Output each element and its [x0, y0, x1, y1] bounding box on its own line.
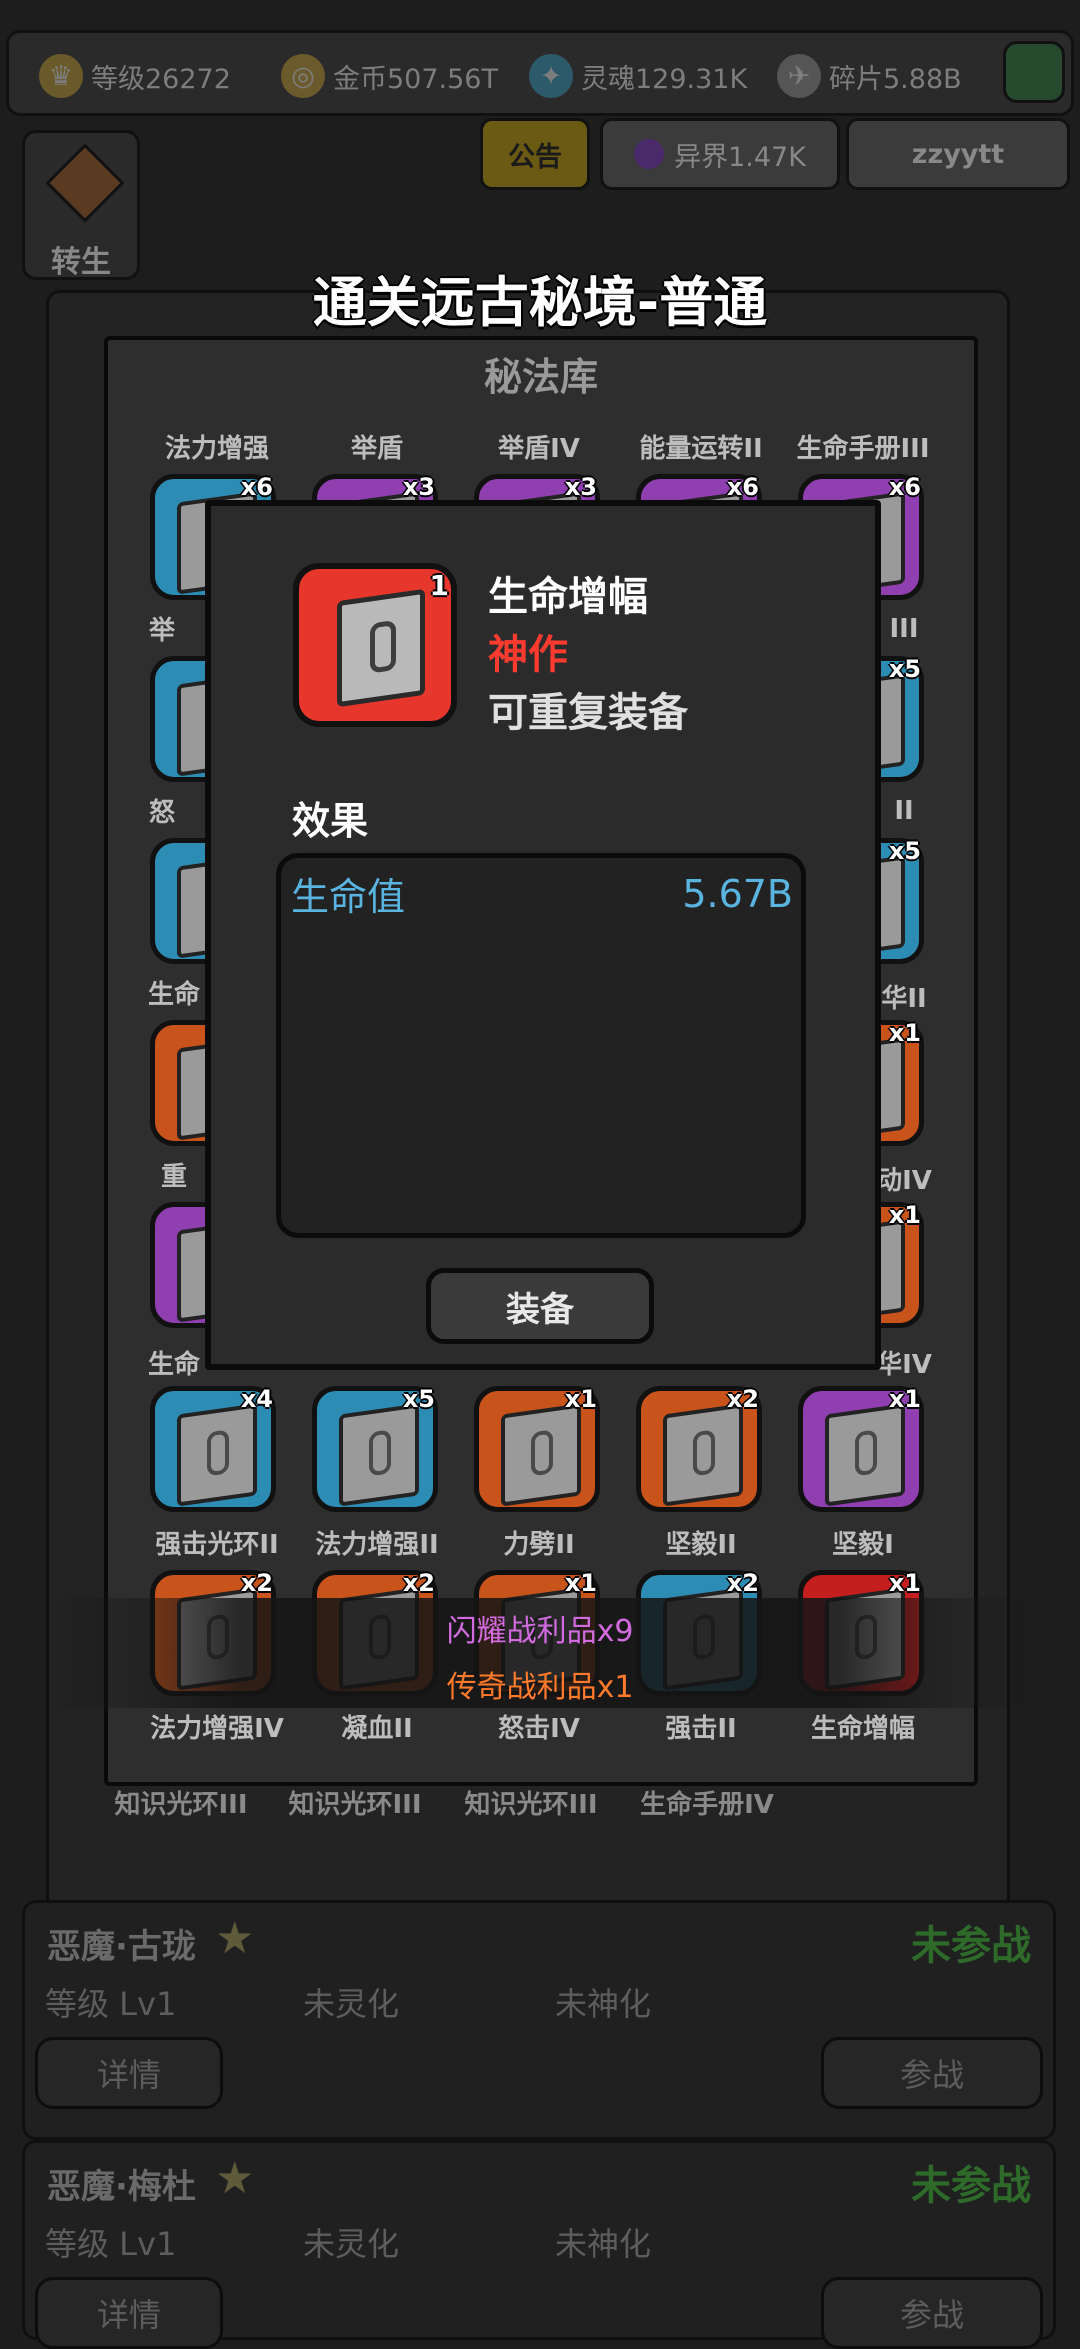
library-label: 凝血II — [341, 1714, 413, 1744]
library-label: 生命 — [147, 1350, 200, 1380]
item-repeat-note: 可重复装备 — [488, 690, 688, 736]
library-label: 法力增强IV — [150, 1714, 284, 1744]
item-icon: 1 — [293, 563, 457, 727]
hero-level: 等级 Lv1 — [45, 1985, 177, 2023]
skill-book-tile[interactable]: x1 — [474, 1385, 600, 1512]
user-chip[interactable]: zzyytt — [846, 118, 1070, 190]
loot-shiny: 闪耀战利品x9 — [446, 1614, 634, 1649]
library-label: 重 — [160, 1162, 187, 1192]
skill-book-tile[interactable]: x5 — [312, 1385, 438, 1512]
library-label: 生命增幅 — [810, 1714, 915, 1744]
library-label: 坚毅II — [665, 1530, 737, 1560]
library-label: 举 — [148, 616, 175, 646]
library-label: 法力增强 — [164, 434, 269, 464]
library-label: 生命 — [147, 980, 200, 1010]
book-icon — [339, 1403, 419, 1507]
library-label: 坚毅I — [832, 1530, 894, 1560]
vortex-icon — [634, 139, 665, 169]
star-icon: ★ — [215, 2153, 255, 2204]
top-stats-bar: ♛ 等级26272 ◎ 金币507.56T ✦ 灵魂129.31K ✈ 碎片5.… — [6, 30, 1074, 116]
library-label: 生命手册IV — [640, 1790, 774, 1820]
library-label: 怒 — [148, 798, 175, 828]
network-icon[interactable] — [1003, 41, 1065, 103]
book-icon — [501, 1403, 581, 1507]
star-icon: ★ — [215, 1913, 255, 1964]
skill-book-tile[interactable]: x2 — [636, 1385, 762, 1512]
book-icon — [825, 1403, 905, 1507]
skill-book-tile[interactable]: x1 — [798, 1385, 924, 1512]
gold-stat: ◎ 金币507.56T — [281, 33, 498, 119]
shard-icon: ✈ — [777, 54, 821, 98]
hero-detail-button[interactable]: 详情 — [35, 2277, 223, 2349]
skill-book-tile[interactable]: x4 — [150, 1385, 276, 1512]
otherworld-chip[interactable]: 异界1.47K — [600, 118, 840, 190]
hero-status: 未参战 — [911, 2163, 1031, 2209]
book-icon — [337, 588, 425, 708]
hero-spirit: 未灵化 — [303, 2225, 400, 2263]
stage-clear-title: 通关远古秘境-普通 — [312, 271, 768, 334]
effect-list: 生命值 5.67B — [276, 853, 806, 1238]
coin-icon: ◎ — [281, 54, 325, 98]
equip-button[interactable]: 装备 — [426, 1268, 654, 1344]
effect-stat-value: 5.67B — [682, 872, 793, 916]
library-label: 知识光环III — [464, 1790, 598, 1820]
effect-stat-name: 生命值 — [291, 875, 406, 919]
library-title: 秘法库 — [483, 355, 598, 399]
hero-fight-button[interactable]: 参战 — [821, 2277, 1043, 2349]
announce-button[interactable]: 公告 — [480, 118, 590, 190]
hero-divine: 未神化 — [555, 1985, 652, 2023]
shards-stat: ✈ 碎片5.88B — [777, 33, 962, 119]
library-label: 能量运转II — [639, 434, 763, 464]
library-label: 举盾IV — [498, 434, 580, 464]
hero-detail-button[interactable]: 详情 — [35, 2037, 223, 2109]
soul-icon: ✦ — [529, 54, 573, 98]
library-label: 法力增强II — [315, 1530, 439, 1560]
item-rarity: 神作 — [488, 632, 568, 678]
book-icon — [663, 1403, 743, 1507]
library-label: 知识光环III — [288, 1790, 422, 1820]
library-label: 知识光环III — [114, 1790, 248, 1820]
library-label: 怒击IV — [498, 1714, 580, 1744]
library-label: 举盾 — [350, 434, 403, 464]
loot-legendary: 传奇战利品x1 — [446, 1670, 634, 1705]
rebirth-icon — [45, 143, 125, 223]
hero-card: 恶魔·古珑 ★ 未参战 等级 Lv1 未灵化 未神化 详情 参战 — [22, 1900, 1056, 2140]
hero-level: 等级 Lv1 — [45, 2225, 177, 2263]
hero-divine: 未神化 — [555, 2225, 652, 2263]
library-label: 强击II — [665, 1714, 737, 1744]
effect-heading: 效果 — [292, 799, 369, 843]
item-name: 生命增幅 — [488, 574, 648, 620]
library-label: 生命手册III — [796, 434, 930, 464]
library-label: 强击光环II — [155, 1530, 279, 1560]
hero-spirit: 未灵化 — [303, 1985, 400, 2023]
library-label: 力劈II — [503, 1530, 575, 1560]
crown-icon: ♛ — [39, 54, 83, 98]
hero-name: 恶魔·梅杜 — [47, 2167, 196, 2207]
hero-card: 恶魔·梅杜 ★ 未参战 等级 Lv1 未灵化 未神化 详情 参战 — [22, 2140, 1056, 2349]
hero-status: 未参战 — [911, 1923, 1031, 1969]
soul-stat: ✦ 灵魂129.31K — [529, 33, 747, 119]
hero-fight-button[interactable]: 参战 — [821, 2037, 1043, 2109]
book-icon — [177, 1403, 257, 1507]
hero-name: 恶魔·古珑 — [47, 1927, 196, 1967]
level-stat: ♛ 等级26272 — [39, 33, 231, 119]
